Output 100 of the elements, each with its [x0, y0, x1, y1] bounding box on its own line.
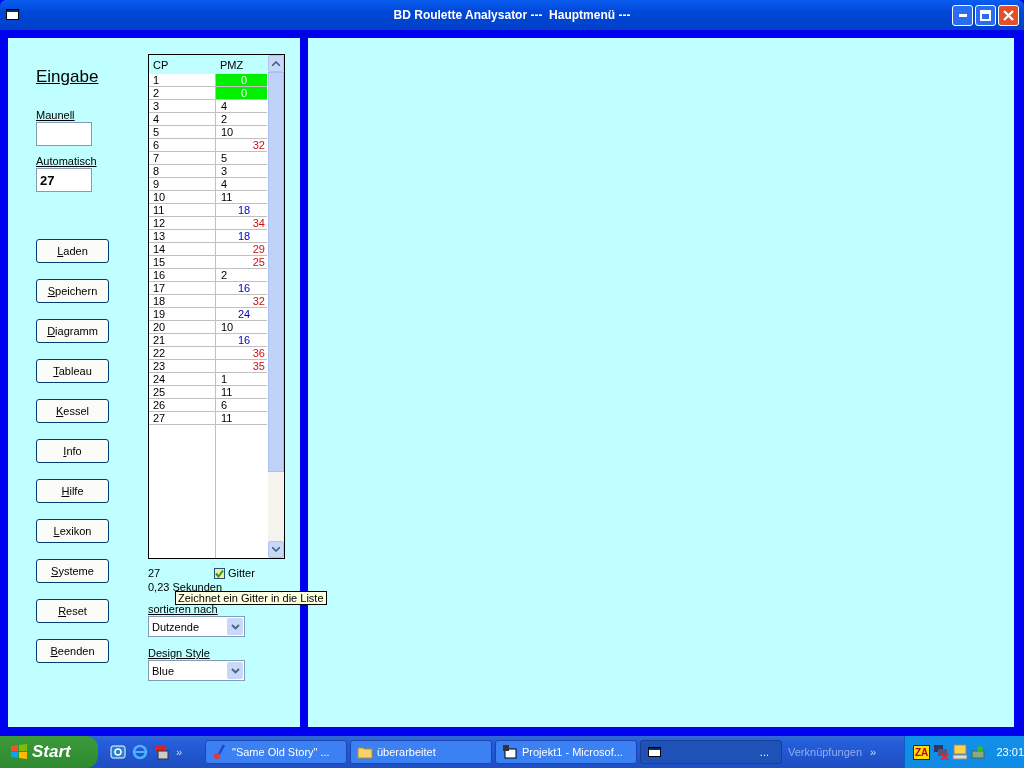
- program-icon[interactable]: [154, 744, 170, 760]
- table-cell-text: 8: [152, 165, 161, 177]
- table-cell-text: 15: [152, 256, 167, 268]
- menu-button[interactable]: Systeme: [36, 559, 109, 583]
- menu-button[interactable]: Lexikon: [36, 519, 109, 543]
- table-cell-text: 12: [152, 217, 167, 229]
- table-cell: 11: [215, 191, 267, 203]
- menu-button[interactable]: Reset: [36, 599, 109, 623]
- table-cell: 0: [215, 74, 267, 86]
- input-heading: Eingabe: [36, 67, 99, 87]
- table-cell-text: 23: [152, 360, 167, 372]
- table-cell-text: 4: [152, 113, 161, 125]
- table-cell-text: 25: [152, 386, 167, 398]
- sort-dropdown[interactable]: Dutzende: [148, 616, 245, 637]
- table-cell: 36: [215, 347, 267, 359]
- table-cell-text: 27: [152, 412, 167, 424]
- column-header: CP: [152, 58, 170, 71]
- table-cell: 16: [215, 282, 267, 294]
- count-text: 27: [148, 567, 162, 579]
- table-cell-text: 11: [152, 204, 166, 216]
- taskbar-button[interactable]: Projekt1 - Microsof...: [495, 740, 637, 764]
- grid-checkbox[interactable]: Gitter: [214, 567, 255, 579]
- maximize-icon: [980, 9, 991, 21]
- close-icon: [1003, 9, 1014, 21]
- table-cell: 25: [215, 256, 267, 268]
- scroll-thumb[interactable]: [268, 72, 284, 472]
- table-cell: 29: [215, 243, 267, 255]
- table-cell-text: 18: [152, 295, 167, 307]
- table-cell-text: 6: [152, 139, 161, 151]
- table-cell: 16: [215, 334, 267, 346]
- more-chevron[interactable]: »: [870, 746, 877, 758]
- manual-input-field[interactable]: [36, 122, 92, 146]
- table-cell-text: 19: [152, 308, 167, 320]
- table-cell: 34: [215, 217, 267, 229]
- table-cell-text: 14: [152, 243, 167, 255]
- minimize-button[interactable]: [952, 4, 973, 26]
- table-cell: 1: [215, 373, 267, 385]
- table-cell-text: 26: [152, 399, 167, 411]
- menu-button[interactable]: Hilfe: [36, 479, 109, 503]
- duration-text: 0,23 Sekunden: [148, 581, 222, 593]
- table-cell: 11: [215, 412, 267, 424]
- menu-button[interactable]: Laden: [36, 239, 109, 263]
- column-header: PMZ: [219, 58, 245, 71]
- media-player-icon: [212, 744, 228, 760]
- network-icon[interactable]: [933, 744, 949, 760]
- start-button[interactable]: Start: [0, 736, 98, 768]
- firewall-icon[interactable]: ZA: [913, 744, 931, 760]
- windows-logo-icon: [10, 743, 28, 761]
- table-cell: 11: [215, 386, 267, 398]
- menu-button[interactable]: Tableau: [36, 359, 109, 383]
- browser-icon[interactable]: [132, 744, 148, 760]
- table-cell-text: 9: [152, 178, 161, 190]
- window-title: BD Roulette Analysator --- Hauptmenü ---: [392, 8, 632, 22]
- checkbox[interactable]: [214, 567, 225, 579]
- field-label: Maunell: [36, 109, 75, 121]
- scroll-down-button[interactable]: [268, 541, 284, 558]
- table-cell: 10: [215, 321, 267, 333]
- maximize-button[interactable]: [975, 4, 996, 26]
- menu-button[interactable]: Diagramm: [36, 319, 109, 343]
- table-cell-text: 3: [152, 100, 161, 112]
- table-cell-text: 10: [152, 191, 167, 203]
- menu-button[interactable]: Kessel: [36, 399, 109, 423]
- table-cell: 6: [215, 399, 267, 411]
- email-icon[interactable]: [110, 744, 126, 760]
- menu-button[interactable]: Info: [36, 439, 109, 463]
- table-cell-text: 22: [152, 347, 167, 359]
- minimize-icon: [958, 13, 967, 17]
- design-label: Design Style: [148, 647, 210, 659]
- scroll-up-button[interactable]: [268, 55, 284, 72]
- close-button[interactable]: [998, 4, 1019, 26]
- taskbar-button[interactable]: "Same Old Story" ...: [205, 740, 347, 764]
- folder-icon: [357, 744, 373, 760]
- table-cell: 4: [215, 178, 267, 190]
- computer-icon[interactable]: [951, 744, 968, 760]
- table-cell-text: 7: [152, 152, 161, 164]
- table-cell: 10: [215, 126, 267, 138]
- table-cell: 32: [215, 295, 267, 307]
- table-cell-text: 21: [152, 334, 167, 346]
- table-cell: 24: [215, 308, 267, 320]
- clock: 23:01: [996, 746, 1024, 758]
- table-cell: 35: [215, 360, 267, 372]
- sort-label: sortieren nach: [148, 603, 218, 615]
- tooltip: Zeichnet ein Gitter in die Liste: [175, 591, 327, 605]
- menu-button[interactable]: Speichern: [36, 279, 109, 303]
- table-cell-text: 17: [152, 282, 167, 294]
- table-cell: 18: [215, 230, 267, 242]
- table-cell-text: 2: [152, 87, 161, 99]
- menu-button[interactable]: Beenden: [36, 639, 109, 663]
- table-cell: 3: [215, 165, 267, 177]
- scrollbar[interactable]: [268, 55, 284, 558]
- table-cell: 18: [215, 204, 267, 216]
- program-icon: [502, 744, 518, 760]
- more-chevron[interactable]: »: [176, 746, 183, 758]
- taskbar-button[interactable]: überarbeitet: [350, 740, 492, 764]
- table-cell-text: 24: [152, 373, 167, 385]
- table-cell: 2: [215, 269, 267, 281]
- auto-input-field[interactable]: 27: [36, 168, 92, 192]
- table-cell-text: 20: [152, 321, 167, 333]
- design-dropdown[interactable]: Blue: [148, 660, 245, 681]
- taskbar-button[interactable]: ...: [640, 740, 782, 764]
